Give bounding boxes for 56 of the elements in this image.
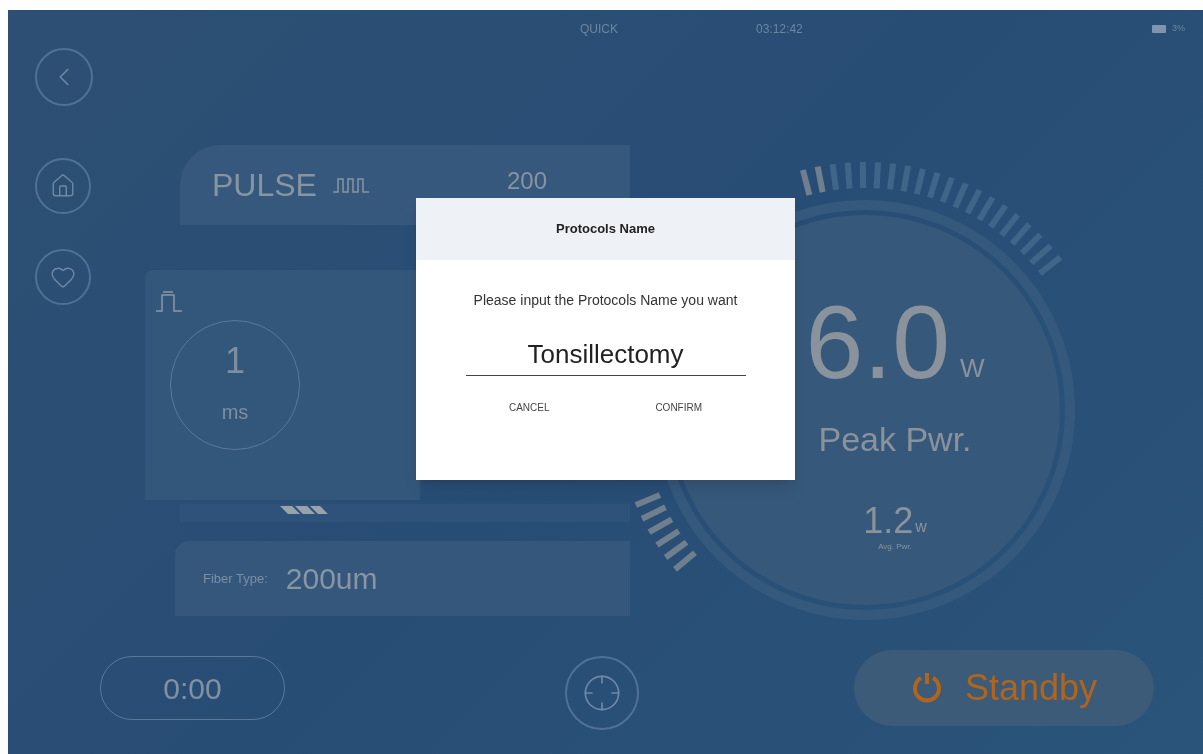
peak-power-unit: W <box>960 352 985 385</box>
peak-power-value: 6.0 <box>805 290 950 394</box>
crosshair-icon <box>582 673 622 713</box>
gauge-tick <box>976 195 996 222</box>
gauge-tick <box>1009 222 1032 246</box>
gauge-tick <box>1038 254 1063 276</box>
average-power-label: Avg. Pwr. <box>878 541 912 553</box>
pulse-mode-label: PULSE <box>212 166 317 205</box>
peak-power-label: Peak Pwr. <box>818 419 972 460</box>
gauge-tick <box>927 171 941 199</box>
gauge-tick <box>829 163 839 191</box>
fiber-type-card[interactable]: Fiber Type: 200um <box>175 541 630 616</box>
gauge-tick <box>663 539 689 560</box>
gauge-tick <box>952 182 969 209</box>
pulse-train-icon <box>332 176 369 194</box>
gauge-tick <box>634 492 662 508</box>
fiber-type-value: 200um <box>285 561 378 597</box>
fiber-type-label: Fiber Type: <box>203 569 268 588</box>
gauge-tick <box>647 516 674 535</box>
back-button[interactable] <box>35 48 93 106</box>
gauge-tick <box>913 168 926 195</box>
home-icon <box>50 173 76 199</box>
pulse-width-value: 1 <box>225 343 245 379</box>
gauge-tick <box>640 504 667 522</box>
mode-label: QUICK <box>580 21 618 38</box>
dialog-prompt: Please input the Protocols Name you want <box>473 291 738 310</box>
gauge-tick <box>859 162 867 189</box>
home-button[interactable] <box>35 158 91 214</box>
pulse-width-icon <box>155 290 183 312</box>
cancel-button[interactable]: CANCEL <box>500 396 558 419</box>
gauge-tick <box>999 212 1021 237</box>
protocol-name-field[interactable]: Tonsillectomy <box>465 335 746 376</box>
average-power-unit: w <box>915 517 927 537</box>
gauge-tick <box>964 188 983 215</box>
favorite-button[interactable] <box>35 249 91 305</box>
gauge-tick <box>814 166 826 193</box>
gauge-tick <box>900 165 911 192</box>
gauge-tick <box>1019 232 1043 256</box>
gauge-tick <box>800 169 813 196</box>
gauge-tick <box>939 176 955 204</box>
battery-icon <box>1152 25 1166 33</box>
confirm-button[interactable]: CONFIRM <box>647 396 711 419</box>
gauge-tick <box>873 162 881 189</box>
gauge-tick <box>844 162 853 189</box>
pulse-width-card[interactable]: 1 ms <box>145 270 420 500</box>
gauge-tick <box>655 528 681 548</box>
pulse-width-unit: ms <box>221 400 249 425</box>
pulse-frequency-value: 200 <box>506 169 547 193</box>
average-power-value: 1.2 <box>863 503 914 539</box>
aiming-button[interactable] <box>565 656 639 730</box>
clock-time: 03:12:42 <box>756 21 803 38</box>
gauge-tick <box>887 163 897 190</box>
gauge-tick <box>988 203 1008 229</box>
gauge-tick <box>1029 243 1053 266</box>
gauge-tick <box>673 550 697 572</box>
standby-button[interactable]: Standby <box>854 650 1154 726</box>
